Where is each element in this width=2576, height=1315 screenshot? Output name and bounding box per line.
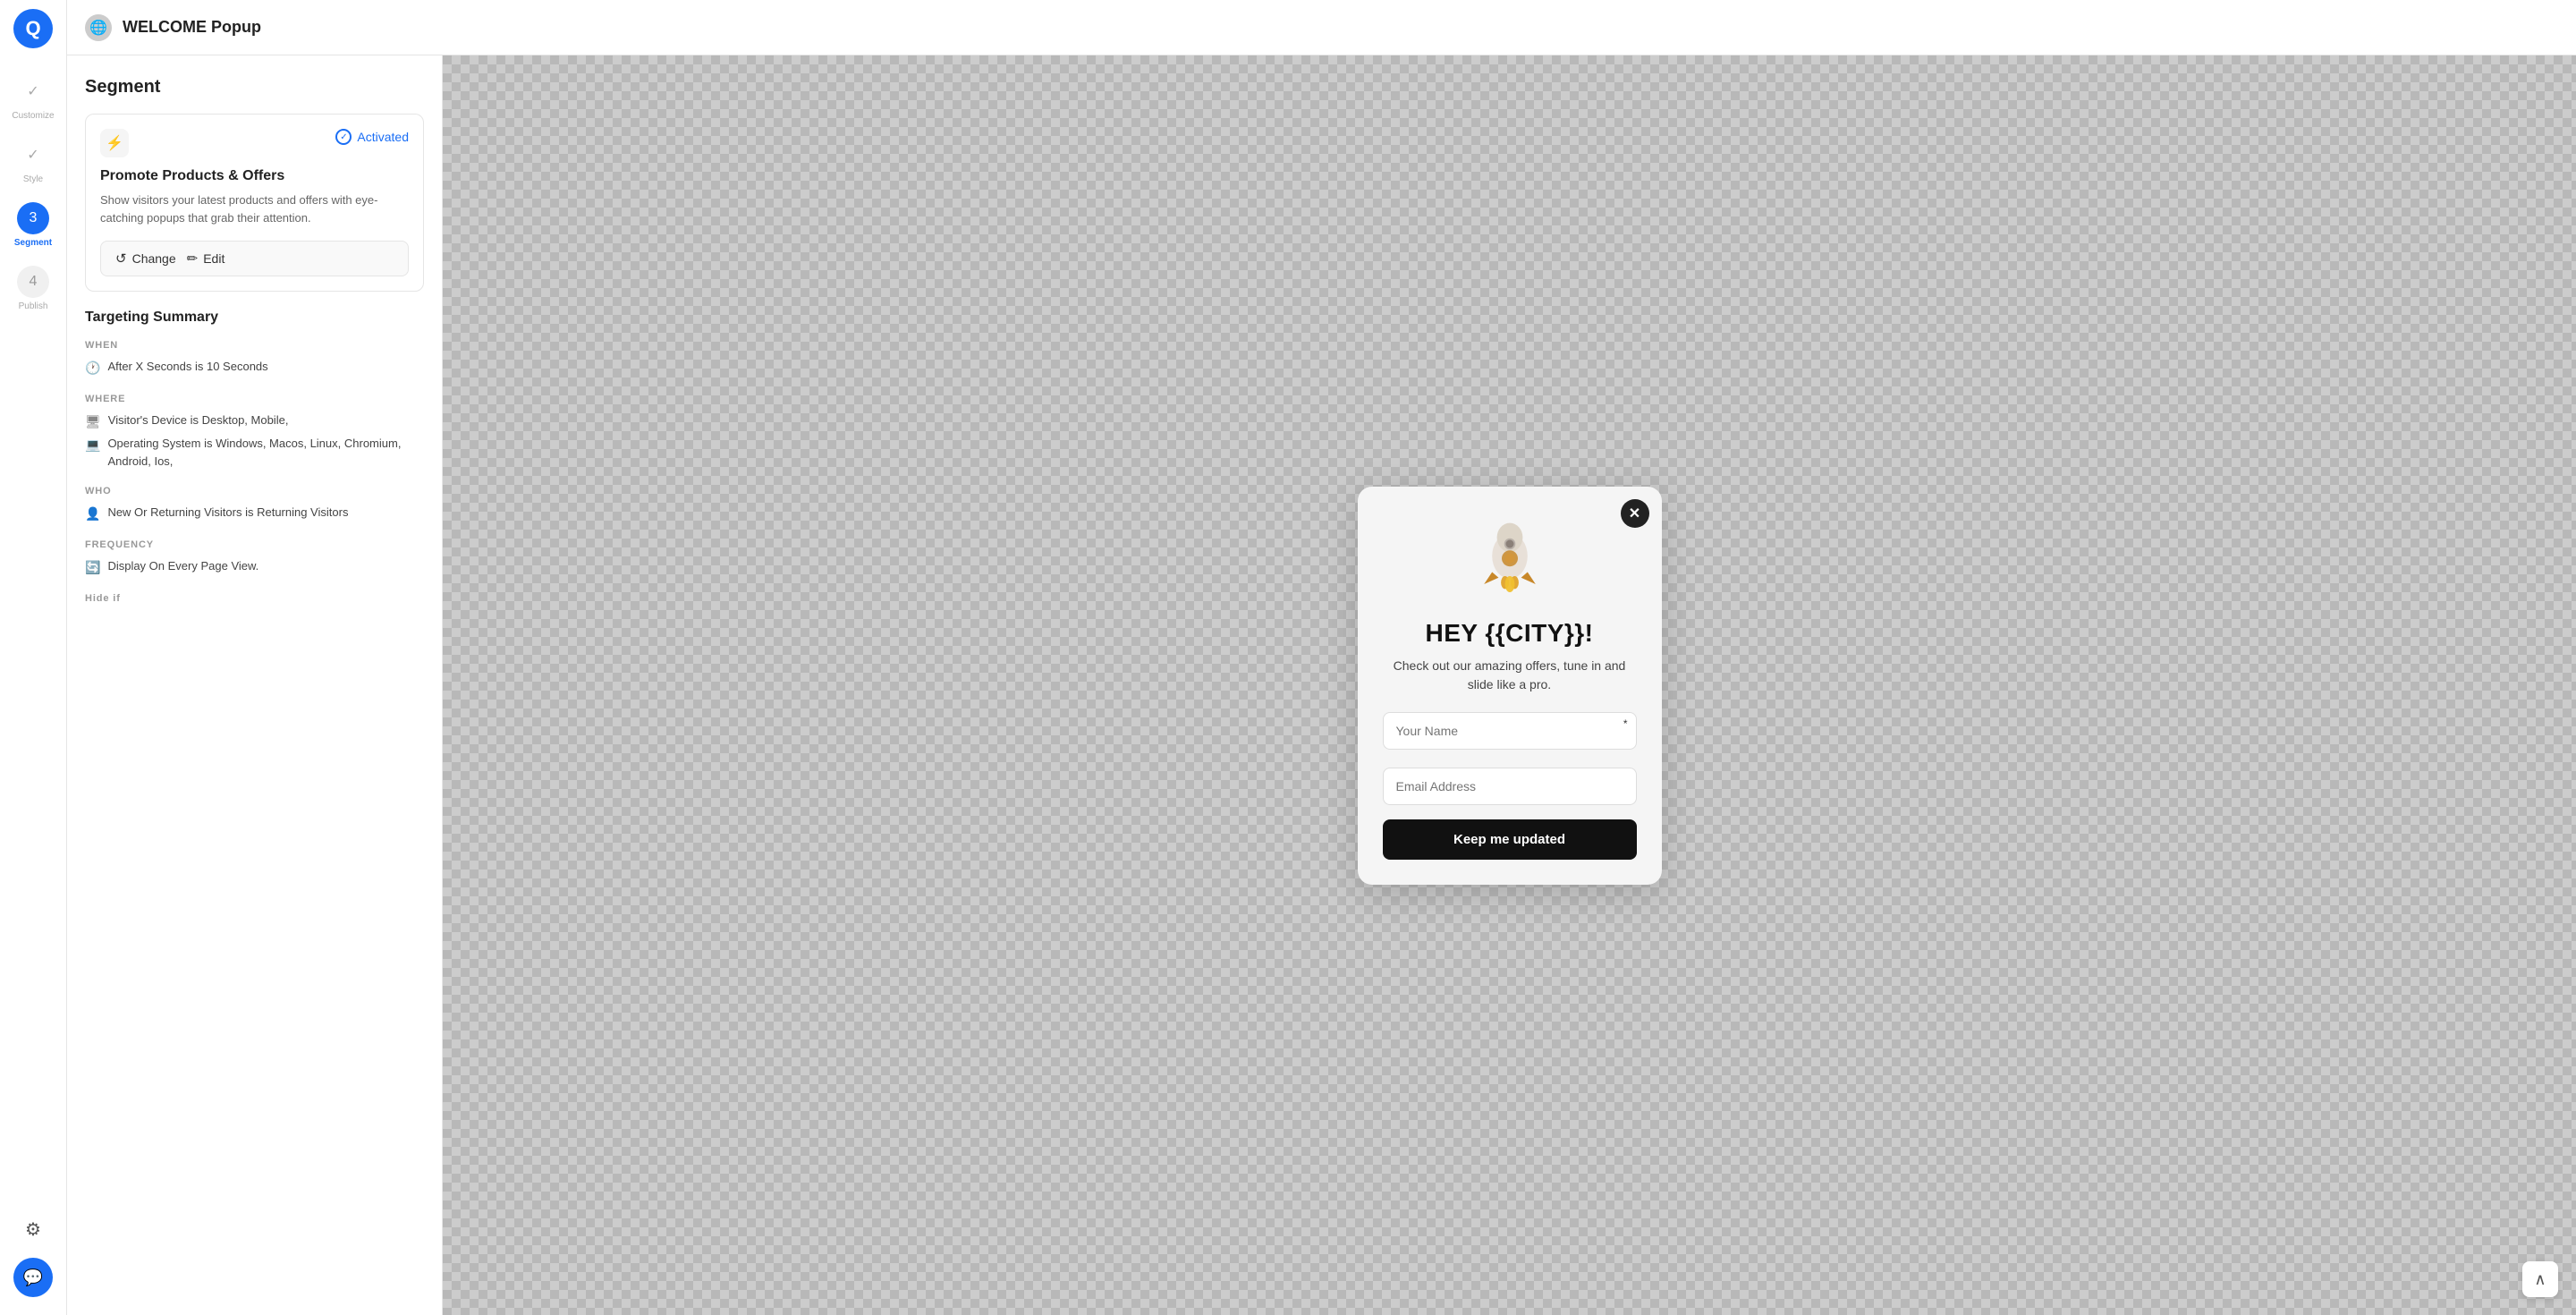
lightning-icon: ⚡ [100, 129, 129, 157]
edit-button[interactable]: ✏ Edit [187, 250, 225, 267]
monitor-icon: 💻 [85, 436, 100, 454]
activated-badge: ✓ Activated [335, 129, 409, 145]
sidebar-item-segment[interactable]: 3 Segment [0, 193, 66, 257]
email-input[interactable] [1383, 768, 1637, 805]
card-description: Show visitors your latest products and o… [100, 191, 409, 226]
target-item-who-0: 👤 New Or Returning Visitors is Returning… [85, 504, 424, 523]
card-header: ⚡ ✓ Activated [100, 129, 409, 157]
app-logo[interactable]: Q [13, 9, 53, 48]
clock-icon: 🕐 [85, 359, 100, 378]
popup-modal: ✕ [1358, 487, 1662, 885]
target-item-when-0: 🕐 After X Seconds is 10 Seconds [85, 358, 424, 378]
popup-headline: HEY {{CITY}}! [1425, 619, 1593, 648]
targeting-summary: Targeting Summary WHEN 🕐 After X Seconds… [85, 310, 424, 604]
target-item-where-1: 💻 Operating System is Windows, Macos, Li… [85, 435, 424, 470]
name-input[interactable] [1383, 712, 1637, 750]
target-section-where: WHERE 🖥 Visitor's Device is Desktop, Mob… [85, 394, 424, 470]
rocket-illustration [1465, 515, 1555, 605]
sidebar-item-style[interactable]: ✓ Style [0, 130, 66, 193]
target-item-frequency-0: 🔄 Display On Every Page View. [85, 557, 424, 577]
scroll-up-button[interactable]: ∧ [2522, 1261, 2558, 1297]
card-title: Promote Products & Offers [100, 168, 409, 184]
settings-button[interactable]: ⚙ [13, 1209, 53, 1249]
target-section-when: WHEN 🕐 After X Seconds is 10 Seconds [85, 340, 424, 378]
who-label: WHO [85, 486, 424, 496]
sidebar-label-customize: Customize [12, 111, 54, 121]
sidebar-item-publish[interactable]: 4 Publish [0, 257, 66, 320]
sidebar-label-style: Style [23, 174, 43, 184]
popup-subtext: Check out our amazing offers, tune in an… [1383, 657, 1637, 694]
activated-label: Activated [357, 130, 409, 144]
repeat-icon: 🔄 [85, 558, 100, 577]
hide-if-label: Hide if [85, 593, 424, 604]
page-title: WELCOME Popup [123, 18, 261, 37]
sidebar-item-customize[interactable]: ✓ Customize [0, 66, 66, 130]
sidebar-label-segment: Segment [14, 238, 52, 248]
globe-icon: 🌐 [85, 14, 112, 41]
segment-step-icon: 3 [17, 202, 49, 234]
customize-icon: ✓ [17, 75, 49, 107]
target-section-hide-if: Hide if [85, 593, 424, 604]
submit-button[interactable]: Keep me updated [1383, 819, 1637, 860]
top-bar: 🌐 WELCOME Popup [67, 0, 2576, 55]
left-panel: Segment ⚡ ✓ Activated Promote Products &… [67, 55, 443, 1315]
style-icon: ✓ [17, 139, 49, 171]
name-input-wrapper: * [1383, 712, 1637, 759]
person-icon: 👤 [85, 505, 100, 523]
activated-check-icon: ✓ [335, 129, 352, 145]
targeting-title: Targeting Summary [85, 310, 424, 326]
card-actions: ↺ Change ✏ Edit [100, 241, 409, 276]
chat-button[interactable]: 💬 [13, 1258, 53, 1297]
panel-title: Segment [85, 77, 424, 98]
sidebar-label-publish: Publish [19, 301, 48, 311]
change-button[interactable]: ↺ Change [115, 250, 176, 267]
change-icon: ↺ [115, 250, 127, 267]
segment-card: ⚡ ✓ Activated Promote Products & Offers … [85, 114, 424, 292]
main-container: 🌐 WELCOME Popup Segment ⚡ ✓ Activated Pr… [67, 0, 2576, 1315]
where-label: WHERE [85, 394, 424, 404]
sidebar-bottom: ⚙ 💬 [13, 1209, 53, 1315]
content-area: Segment ⚡ ✓ Activated Promote Products &… [67, 55, 2576, 1315]
required-star: * [1623, 717, 1628, 730]
edit-icon: ✏ [187, 250, 199, 267]
when-label: WHEN [85, 340, 424, 351]
target-section-who: WHO 👤 New Or Returning Visitors is Retur… [85, 486, 424, 523]
publish-step-icon: 4 [17, 266, 49, 298]
popup-close-button[interactable]: ✕ [1621, 499, 1649, 528]
target-item-where-0: 🖥 Visitor's Device is Desktop, Mobile, [85, 411, 424, 431]
frequency-label: FREQUENCY [85, 539, 424, 550]
device-icon: 🖥 [85, 412, 101, 431]
preview-area: ✕ [443, 55, 2576, 1315]
sidebar: Q ✓ Customize ✓ Style 3 Segment 4 Publis… [0, 0, 67, 1315]
target-section-frequency: FREQUENCY 🔄 Display On Every Page View. [85, 539, 424, 577]
